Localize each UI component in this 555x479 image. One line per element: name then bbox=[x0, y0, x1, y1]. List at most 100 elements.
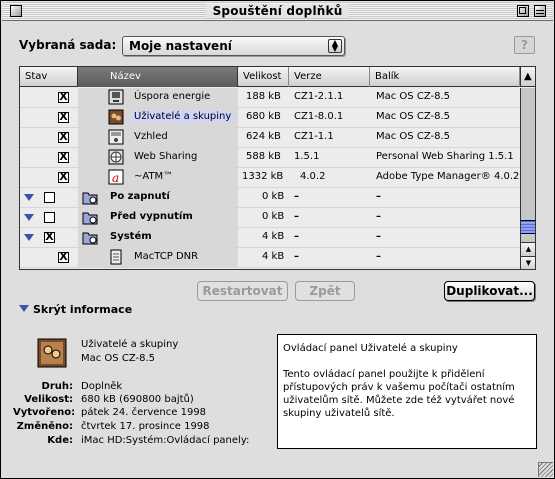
info-where: iMac HD:Systém:Ovládací panely: bbox=[81, 435, 250, 446]
appearance-icon bbox=[108, 129, 124, 145]
item-name: Před vypnutím bbox=[110, 211, 193, 222]
description-title: Ovládací panel Uživatelé a skupiny bbox=[283, 343, 458, 354]
list-item[interactable]: X Vzhled 624 kB CZ1-1.1 Mac OS CZ-8.5 bbox=[20, 128, 520, 148]
description-body: Tento ovládací panel použijte k přidělen… bbox=[283, 369, 515, 419]
item-size: 624 kB bbox=[246, 131, 281, 142]
enable-checkbox[interactable]: X bbox=[58, 91, 69, 103]
folder-icon bbox=[82, 192, 98, 205]
list-rows: X Úspora energie 188 kB CZ1-2.1.1 Mac OS… bbox=[20, 88, 520, 269]
item-package: Mac OS CZ-8.5 bbox=[376, 91, 450, 102]
enable-checkbox[interactable] bbox=[44, 192, 55, 203]
web-sharing-icon bbox=[108, 149, 124, 165]
sort-direction-icon[interactable]: ▲ bbox=[520, 67, 535, 87]
info-key-modified: Změněno: bbox=[16, 421, 73, 432]
column-header-nazev[interactable]: Název bbox=[77, 67, 238, 87]
vertical-scrollbar[interactable]: ▲ ▼ bbox=[520, 88, 535, 269]
enable-checkbox[interactable]: X bbox=[58, 111, 69, 123]
help-button[interactable]: ? bbox=[514, 36, 535, 54]
window: Spouštění doplňků Vybraná sada: Moje nas… bbox=[0, 0, 555, 479]
item-version: 1.5.1 bbox=[294, 151, 320, 162]
info-key-where: Kde: bbox=[47, 435, 73, 446]
item-size: 0 kB bbox=[262, 191, 285, 202]
item-version: – bbox=[294, 231, 299, 242]
item-version: – bbox=[294, 191, 299, 202]
revert-button[interactable]: Zpět bbox=[295, 281, 355, 301]
set-label: Vybraná sada: bbox=[19, 38, 117, 52]
list-item[interactable]: X Web Sharing 588 kB 1.5.1 Personal Web … bbox=[20, 148, 520, 168]
disclosure-triangle-icon[interactable] bbox=[24, 234, 34, 241]
column-header-velikost[interactable]: Velikost bbox=[238, 67, 289, 87]
set-popup-value: Moje nastavení bbox=[129, 39, 232, 53]
enable-checkbox[interactable] bbox=[44, 212, 55, 223]
info-key-kind: Druh: bbox=[41, 381, 73, 392]
users-groups-icon bbox=[37, 338, 67, 368]
item-package: Adobe Type Manager® 4.0.2 bbox=[376, 171, 520, 182]
item-name: Uživatelé a skupiny bbox=[132, 111, 234, 122]
enable-checkbox[interactable]: X bbox=[58, 251, 69, 263]
info-item-package: Mac OS CZ-8.5 bbox=[81, 353, 155, 364]
folder-row[interactable]: Před vypnutím 0 kB – – bbox=[20, 208, 520, 228]
energy-saver-icon bbox=[108, 89, 124, 105]
duplicate-button[interactable]: Duplikovat... bbox=[444, 281, 535, 301]
column-header-verze[interactable]: Verze bbox=[289, 67, 370, 87]
item-name: Vzhled bbox=[134, 131, 168, 142]
set-popup[interactable]: Moje nastavení ▲ ▼ bbox=[122, 36, 345, 56]
item-size: 4 kB bbox=[262, 231, 285, 242]
enable-checkbox[interactable]: X bbox=[58, 131, 69, 143]
item-name: Systém bbox=[110, 231, 152, 242]
hide-info-triangle-icon[interactable] bbox=[19, 305, 29, 312]
list-header: Stav Název Velikost Verze Balík ▲ bbox=[20, 67, 535, 87]
info-key-size: Velikost: bbox=[24, 394, 73, 405]
list-item[interactable]: X MacTCP DNR 4 kB – – bbox=[20, 248, 520, 268]
item-size: 680 kB bbox=[246, 111, 281, 122]
info-modified: čtvrtek 17. prosince 1998 bbox=[81, 421, 210, 432]
list-item[interactable]: X Uživatelé a skupiny 680 kB CZ1-8.0.1 M… bbox=[20, 108, 520, 128]
scroll-up-arrow-icon[interactable]: ▲ bbox=[521, 242, 535, 256]
item-version: CZ1-8.0.1 bbox=[294, 111, 344, 122]
list-item[interactable]: X a ~ATM™ 1332 kB 4.0.2 Adobe Type Manag… bbox=[20, 168, 520, 188]
restart-button[interactable]: Restartovat bbox=[197, 281, 288, 301]
item-size: 4 kB bbox=[262, 251, 285, 262]
folder-icon bbox=[82, 212, 98, 225]
disclosure-triangle-icon[interactable] bbox=[24, 194, 34, 201]
disclosure-triangle-icon[interactable] bbox=[24, 214, 34, 221]
hide-info-toggle[interactable]: Skrýt informace bbox=[33, 303, 132, 316]
column-header-stav[interactable]: Stav bbox=[20, 67, 78, 87]
item-name: Web Sharing bbox=[134, 151, 198, 162]
item-name: MacTCP DNR bbox=[134, 251, 199, 262]
resize-grip-icon[interactable] bbox=[538, 462, 553, 477]
close-box-icon[interactable] bbox=[10, 5, 22, 17]
zoom-box-icon[interactable] bbox=[517, 5, 529, 17]
enable-checkbox[interactable]: X bbox=[58, 171, 69, 183]
item-name: ~ATM™ bbox=[134, 171, 174, 182]
item-size: 0 kB bbox=[262, 211, 285, 222]
item-package: Personal Web Sharing 1.5.1 bbox=[376, 151, 514, 162]
scroll-down-arrow-icon[interactable]: ▼ bbox=[521, 256, 535, 269]
item-version: – bbox=[294, 211, 299, 222]
item-size: 588 kB bbox=[246, 151, 281, 162]
column-header-balik[interactable]: Balík bbox=[370, 67, 520, 87]
item-version: CZ1-1.1 bbox=[294, 131, 334, 142]
item-package: Mac OS CZ-8.5 bbox=[376, 131, 450, 142]
list-item[interactable]: X Úspora energie 188 kB CZ1-2.1.1 Mac OS… bbox=[20, 88, 520, 108]
item-size: 188 kB bbox=[246, 91, 281, 102]
extensions-list: Stav Název Velikost Verze Balík ▲ X Úspo… bbox=[19, 66, 536, 270]
folder-row[interactable]: Po zapnutí 0 kB – – bbox=[20, 188, 520, 208]
enable-checkbox[interactable]: X bbox=[44, 231, 55, 243]
info-created: pátek 24. července 1998 bbox=[81, 407, 207, 418]
item-name: Úspora energie bbox=[134, 91, 211, 102]
users-groups-icon bbox=[108, 109, 124, 125]
folder-row[interactable]: X Systém 4 kB – – bbox=[20, 228, 520, 248]
info-kind: Doplněk bbox=[81, 381, 123, 392]
enable-checkbox[interactable]: X bbox=[58, 151, 69, 163]
item-package: – bbox=[376, 211, 381, 222]
description-box: Ovládací panel Uživatelé a skupiny Tento… bbox=[277, 334, 537, 449]
popup-arrows-icon: ▲ ▼ bbox=[328, 39, 342, 53]
scroll-thumb[interactable] bbox=[521, 220, 535, 234]
folder-icon bbox=[82, 232, 98, 245]
window-title: Spouštění doplňků bbox=[205, 4, 350, 18]
collapse-box-icon[interactable] bbox=[534, 5, 546, 17]
title-bar[interactable]: Spouštění doplňků bbox=[2, 2, 553, 21]
item-package: Mac OS CZ-8.5 bbox=[376, 111, 450, 122]
item-size: 1332 kB bbox=[242, 171, 284, 182]
